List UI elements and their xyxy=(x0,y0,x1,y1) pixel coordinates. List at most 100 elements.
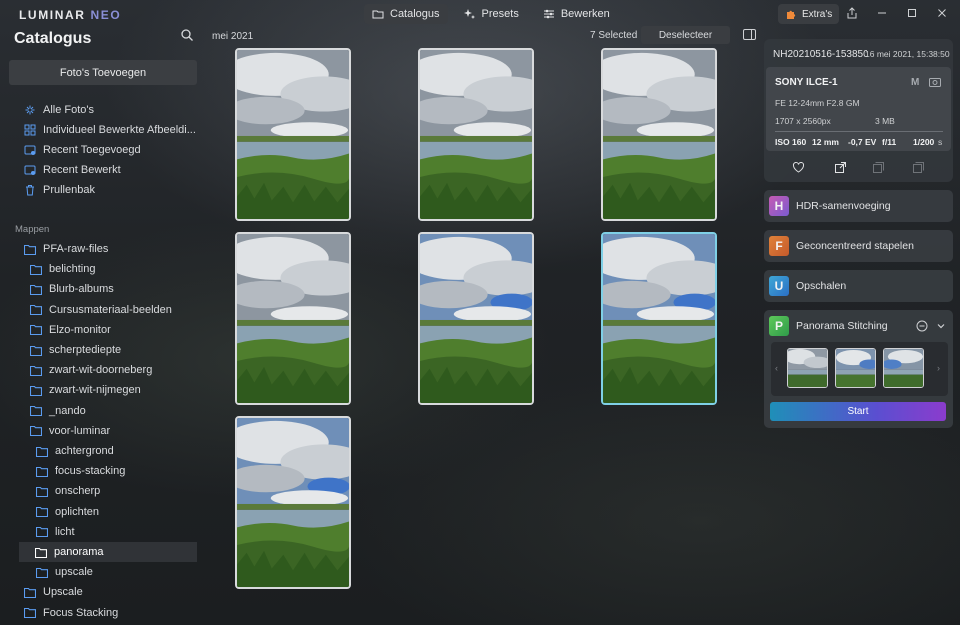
folder-item[interactable]: zwart-wit-doorneberg xyxy=(0,360,152,380)
folder-item[interactable]: PFA-raw-files xyxy=(0,239,108,259)
nav-recent-bewerkt[interactable]: Recent Bewerkt xyxy=(24,160,196,180)
folder-label: Blurb-albums xyxy=(49,283,114,296)
nav-label: Prullenbak xyxy=(43,184,95,196)
compare-icon[interactable] xyxy=(912,161,925,174)
folder-label: oplichten xyxy=(55,505,100,518)
library-nav: Alle Foto's Individueel Bewerkte Afbeeld… xyxy=(24,100,196,200)
nav-individueel-bewerkt[interactable]: Individueel Bewerkte Afbeeldi... xyxy=(24,120,196,140)
folder-item[interactable]: Upscale xyxy=(0,582,83,602)
sidebar-title: Catalogus xyxy=(14,30,92,47)
folder-item[interactable]: scherptediepte xyxy=(0,340,121,360)
lens-info: FE 12-24mm F2.8 GM xyxy=(775,98,860,108)
folder-item[interactable]: Focus Stacking xyxy=(0,603,118,623)
folder-item[interactable]: belichting xyxy=(0,259,95,279)
photo-thumbnail[interactable] xyxy=(601,232,717,405)
tool-focus-stacking[interactable]: F Geconcentreerd stapelen xyxy=(764,230,953,262)
folder-label: focus-stacking xyxy=(55,465,126,478)
folder-item[interactable]: focus-stacking xyxy=(0,461,125,481)
panorama-header[interactable]: P Panorama Stitching xyxy=(764,310,953,342)
info-actions xyxy=(764,161,953,175)
heart-icon[interactable] xyxy=(792,161,805,174)
folder-item[interactable]: Cursusmateriaal-beelden xyxy=(0,300,172,320)
folder-item[interactable]: onscherp xyxy=(0,481,100,501)
panorama-source-thumb[interactable] xyxy=(787,348,828,388)
recent-edited-icon xyxy=(24,165,36,175)
camera-icon xyxy=(929,78,941,87)
folder-item[interactable]: oplichten xyxy=(0,502,99,522)
folder-item[interactable]: zwart-wit-nijmegen xyxy=(0,380,141,400)
maximize-icon[interactable] xyxy=(904,5,920,21)
minimize-icon[interactable] xyxy=(874,5,890,21)
tab-presets[interactable]: Presets xyxy=(456,4,527,24)
hdr-badge-icon: H xyxy=(769,196,789,216)
file-size: 3 MB xyxy=(875,116,895,126)
panel-toggle-icon[interactable] xyxy=(743,29,756,40)
add-photos-button[interactable]: Foto's Toevoegen xyxy=(9,60,197,85)
folder-icon xyxy=(30,426,42,437)
sparkle-icon xyxy=(463,9,475,19)
file-name: NH20210516-153850 xyxy=(773,49,867,60)
selected-count: 7 Selected xyxy=(590,30,638,41)
nav-label: Individueel Bewerkte Afbeeldi... xyxy=(43,124,196,136)
folder-item[interactable]: upscale xyxy=(0,562,93,582)
photo-thumbnail[interactable] xyxy=(418,48,534,221)
top-navigation: Catalogus Presets Bewerken xyxy=(364,4,618,24)
folder-icon xyxy=(30,305,42,316)
app-logo: LUMINAR NEO xyxy=(19,8,122,22)
nav-recent-toegevoegd[interactable]: Recent Toegevoegd xyxy=(24,140,196,160)
search-icon[interactable] xyxy=(180,28,194,42)
share-icon[interactable] xyxy=(844,5,860,21)
nav-alle-fotos[interactable]: Alle Foto's xyxy=(24,100,196,120)
more-options-icon[interactable] xyxy=(916,320,928,332)
folder-label: achtergrond xyxy=(55,445,114,457)
panorama-source-thumb[interactable] xyxy=(883,348,924,388)
folder-icon xyxy=(36,567,48,578)
focus-badge-icon: F xyxy=(769,236,789,256)
tool-panorama: P Panorama Stitching ‹ › Start xyxy=(764,310,953,428)
folder-item[interactable]: achtergrond xyxy=(0,441,114,461)
panorama-source-thumb[interactable] xyxy=(835,348,876,388)
file-date: 16 mei 2021, 15:38:50 xyxy=(865,49,950,59)
folder-item[interactable]: panorama xyxy=(19,542,197,562)
chevron-left-icon[interactable]: ‹ xyxy=(775,363,778,373)
tool-label: Opschalen xyxy=(796,280,847,292)
nav-prullenbak[interactable]: Prullenbak xyxy=(24,180,196,200)
folder-item[interactable]: _nando xyxy=(0,401,86,421)
photo-thumbnail[interactable] xyxy=(235,48,351,221)
chevron-down-icon[interactable] xyxy=(936,321,946,331)
chevron-right-icon[interactable]: › xyxy=(937,363,940,373)
folder-item[interactable]: Blurb-albums xyxy=(0,279,114,299)
photo-thumbnail[interactable] xyxy=(235,416,351,589)
folder-icon xyxy=(30,406,42,417)
folders-section-label: Mappen xyxy=(15,224,50,235)
stack-icon[interactable] xyxy=(872,161,885,174)
folder-icon xyxy=(36,527,48,538)
folder-icon xyxy=(36,446,48,457)
folder-label: Focus Stacking xyxy=(43,606,119,619)
nav-label: Recent Bewerkt xyxy=(43,164,121,176)
share-icon[interactable] xyxy=(834,161,847,174)
extras-button[interactable]: Extra's xyxy=(778,4,840,24)
folder-label: _nando xyxy=(49,404,86,417)
folder-icon xyxy=(30,325,42,336)
tab-bewerken[interactable]: Bewerken xyxy=(535,4,618,24)
folder-item[interactable]: Elzo-monitor xyxy=(0,320,111,340)
folder-item[interactable]: licht xyxy=(0,522,75,542)
camera-model: SONY ILCE-1 xyxy=(775,77,838,88)
tab-catalogus[interactable]: Catalogus xyxy=(364,4,448,24)
tool-upscale[interactable]: U Opschalen xyxy=(764,270,953,302)
tool-hdr[interactable]: H HDR-samenvoeging xyxy=(764,190,953,222)
folder-item[interactable]: voor-luminar xyxy=(0,421,110,441)
puzzle-icon xyxy=(787,10,796,19)
close-icon[interactable] xyxy=(934,5,950,21)
deselect-button[interactable]: Deselecteer xyxy=(641,26,730,44)
recent-added-icon xyxy=(24,145,36,155)
folder-icon xyxy=(24,608,36,619)
photo-thumbnail[interactable] xyxy=(418,232,534,405)
folder-label: scherptediepte xyxy=(49,344,122,356)
photo-thumbnail[interactable] xyxy=(235,232,351,405)
photo-thumbnail[interactable] xyxy=(601,48,717,221)
panorama-start-button[interactable]: Start xyxy=(770,402,946,421)
folder-label: Cursusmateriaal-beelden xyxy=(49,303,172,316)
folder-label: panorama xyxy=(54,546,104,558)
